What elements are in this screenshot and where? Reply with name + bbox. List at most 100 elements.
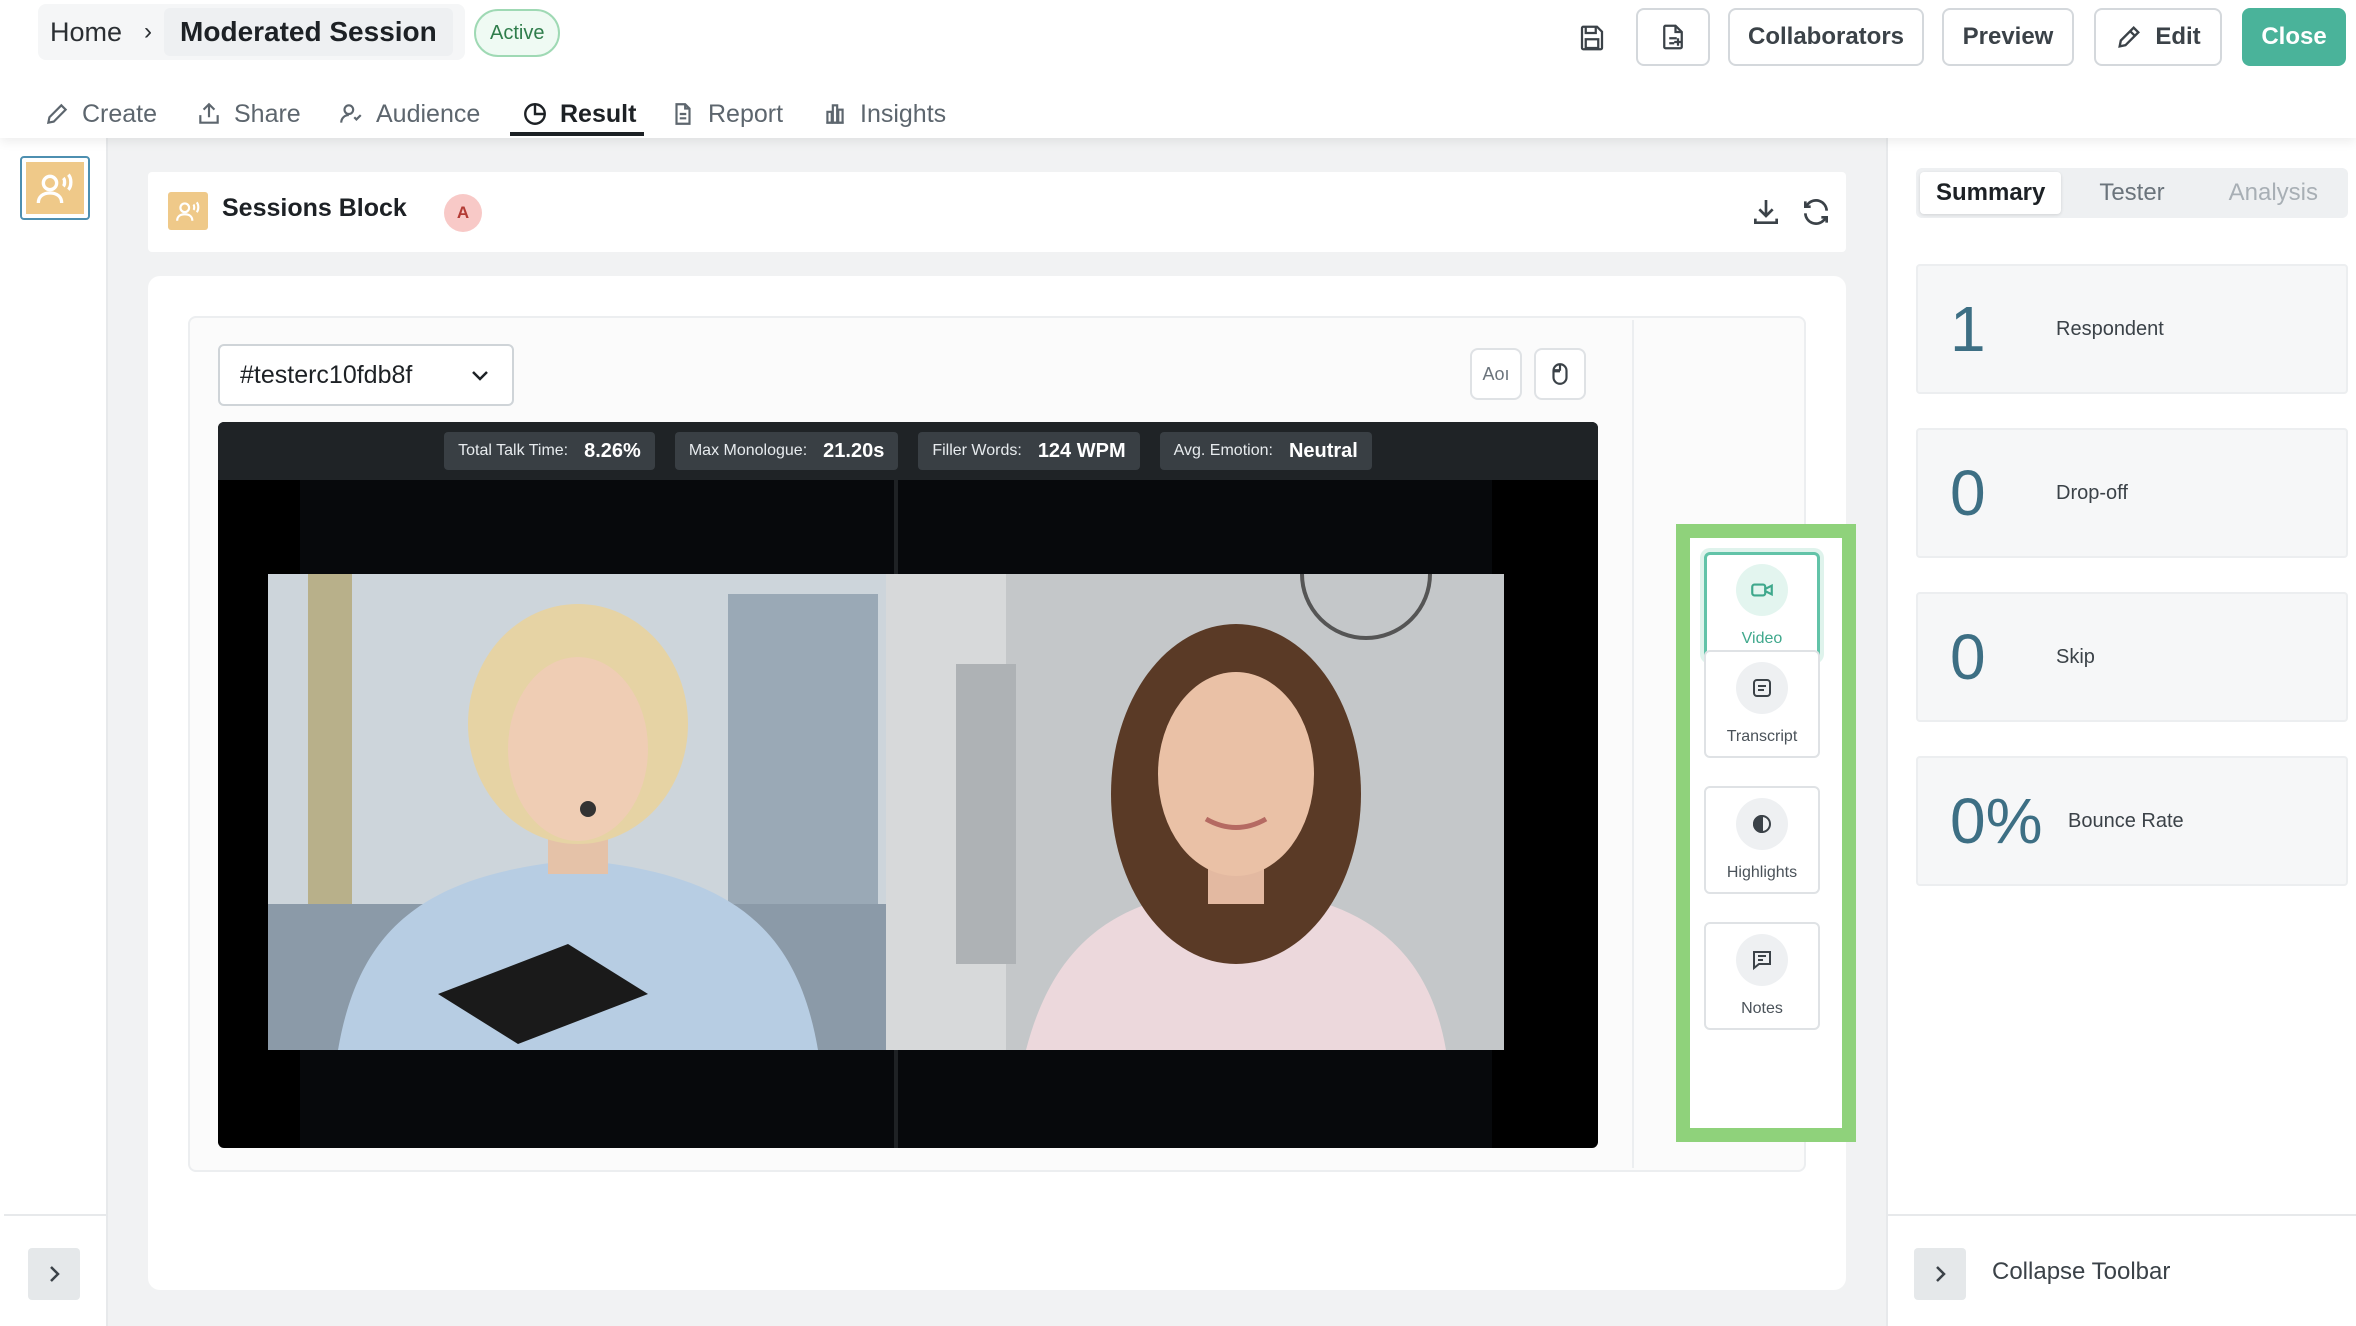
pencil-icon (46, 103, 68, 125)
download-icon (1754, 200, 1778, 224)
notes-view-label: Notes (1741, 1000, 1783, 1017)
tab-report-label: Report (708, 99, 784, 128)
mouse-icon (1552, 363, 1568, 385)
tab-tester[interactable]: Tester (2061, 172, 2202, 214)
participant-video-left (268, 574, 886, 1050)
divider (1632, 320, 1634, 1168)
tester-select[interactable]: #testerc10fdb8f (218, 344, 514, 406)
stat-value: 124 WPM (1037, 439, 1126, 462)
pie-chart-icon (524, 103, 546, 125)
preview-button[interactable]: Preview (1942, 8, 2074, 66)
edit-label: Edit (2155, 23, 2201, 50)
video-view-label: Video (1741, 630, 1783, 647)
metric-skip: 0 Skip (1916, 592, 2348, 722)
edit-button[interactable]: Edit (2094, 8, 2222, 66)
transcript-view-button[interactable]: Transcript (1704, 650, 1820, 758)
notes-icon (1736, 934, 1788, 986)
collaborators-label: Collaborators (1747, 23, 1905, 50)
video-view-button[interactable]: Video (1704, 552, 1820, 660)
collaborators-button[interactable]: Collaborators (1728, 8, 1924, 66)
session-player: #testerc10fdb8f Aoı Total Talk Time: 8.2… (188, 316, 1806, 1172)
metric-value: 0% (1950, 785, 2043, 857)
tab-insights[interactable]: Insights (822, 90, 946, 138)
share-icon (199, 102, 219, 124)
tab-audience[interactable]: Audience (338, 90, 480, 138)
status-badge: Active (474, 9, 561, 57)
stat-label: Filler Words: (932, 442, 1022, 459)
divider (4, 1214, 108, 1216)
avatar: A (444, 194, 482, 232)
stat-avg-emotion: Avg. Emotion: Neutral (1159, 432, 1372, 470)
chevron-down-icon (472, 371, 488, 381)
speaking-person-icon (36, 173, 73, 204)
audience-icon (340, 104, 362, 123)
main-tabs: Create Share Audience Result Report Insi… (0, 90, 1000, 138)
highlights-view-button[interactable]: Highlights (1704, 786, 1820, 894)
metric-label: Respondent (2056, 317, 2164, 340)
tab-audience-label: Audience (376, 99, 481, 128)
add-note-button[interactable] (1636, 8, 1710, 66)
metric-bounce-rate: 0% Bounce Rate (1916, 756, 2348, 886)
tab-create[interactable]: Create (44, 90, 157, 138)
metric-value: 1 (1950, 293, 1986, 365)
view-switcher-panel: Video Transcript Highlights Notes (1676, 524, 1856, 1142)
metric-value: 0 (1950, 457, 1986, 529)
stat-label: Avg. Emotion: (1173, 442, 1273, 459)
tester-select-value: #testerc10fdb8f (240, 360, 413, 389)
transcript-view-label: Transcript (1726, 728, 1798, 745)
summary-panel: Summary Tester Analysis 1 Respondent 0 D… (1886, 138, 2356, 1326)
add-document-icon (1663, 24, 1683, 50)
metric-label: Bounce Rate (2068, 809, 2184, 832)
insights-icon (826, 104, 844, 124)
tab-report[interactable]: Report (670, 90, 783, 138)
participant-photo-left (268, 574, 886, 1050)
page-title: Moderated Session (164, 8, 453, 56)
divider (1888, 1214, 2356, 1216)
block-thumbnail[interactable] (20, 156, 90, 220)
participant-video-right (886, 574, 1504, 1050)
stat-value: 8.26% (584, 439, 641, 462)
speaking-person-icon (176, 201, 200, 221)
stat-value: 21.20s (823, 439, 885, 462)
save-button[interactable] (1556, 10, 1628, 66)
preview-label: Preview (1962, 23, 2054, 50)
aoi-label: Aoı (1482, 363, 1510, 384)
participant-photo-right (886, 574, 1504, 1050)
breadcrumb-home-link[interactable]: Home (50, 17, 122, 48)
refresh-button[interactable] (1796, 192, 1836, 232)
tab-result[interactable]: Result (522, 90, 636, 138)
collapse-toolbar-label[interactable]: Collapse Toolbar (1992, 1258, 2170, 1286)
tab-insights-label: Insights (860, 99, 947, 128)
block-header: Sessions Block A (148, 172, 1846, 252)
refresh-icon (1804, 199, 1828, 225)
transcript-icon (1736, 662, 1788, 714)
highlights-icon (1736, 798, 1788, 850)
stat-value: Neutral (1288, 439, 1358, 462)
collapse-toolbar-button[interactable] (1914, 1248, 1966, 1300)
notes-view-button[interactable]: Notes (1704, 922, 1820, 1030)
chevron-right-icon (50, 1266, 60, 1282)
mouse-tracking-button[interactable] (1534, 348, 1586, 400)
stat-filler-words: Filler Words: 124 WPM (918, 432, 1140, 470)
document-icon (675, 103, 691, 125)
stat-label: Total Talk Time: (458, 442, 569, 459)
tab-share[interactable]: Share (196, 90, 301, 138)
chevron-right-icon (1936, 1266, 1946, 1282)
aoi-button[interactable]: Aoı (1470, 348, 1522, 400)
video-player[interactable]: Total Talk Time: 8.26% Max Monologue: 21… (218, 422, 1598, 1148)
download-button[interactable] (1746, 192, 1786, 232)
main-content: Sessions Block A #testerc10fdb8f Aoı Tot… (108, 138, 1886, 1326)
stat-talk-time: Total Talk Time: 8.26% (444, 432, 655, 470)
metric-label: Skip (2056, 645, 2095, 668)
metric-respondent: 1 Respondent (1916, 264, 2348, 394)
tab-summary[interactable]: Summary (1920, 172, 2062, 214)
highlights-view-label: Highlights (1726, 864, 1798, 881)
session-card: #testerc10fdb8f Aoı Total Talk Time: 8.2… (148, 276, 1856, 1290)
block-icon (168, 192, 208, 230)
expand-sidebar-button[interactable] (28, 1248, 80, 1300)
save-icon (1580, 25, 1604, 51)
block-title: Sessions Block (222, 194, 407, 222)
summary-tabs: Summary Tester Analysis (1916, 168, 2348, 218)
close-button[interactable]: Close (2242, 8, 2346, 66)
tab-analysis[interactable]: Analysis (2203, 172, 2344, 214)
